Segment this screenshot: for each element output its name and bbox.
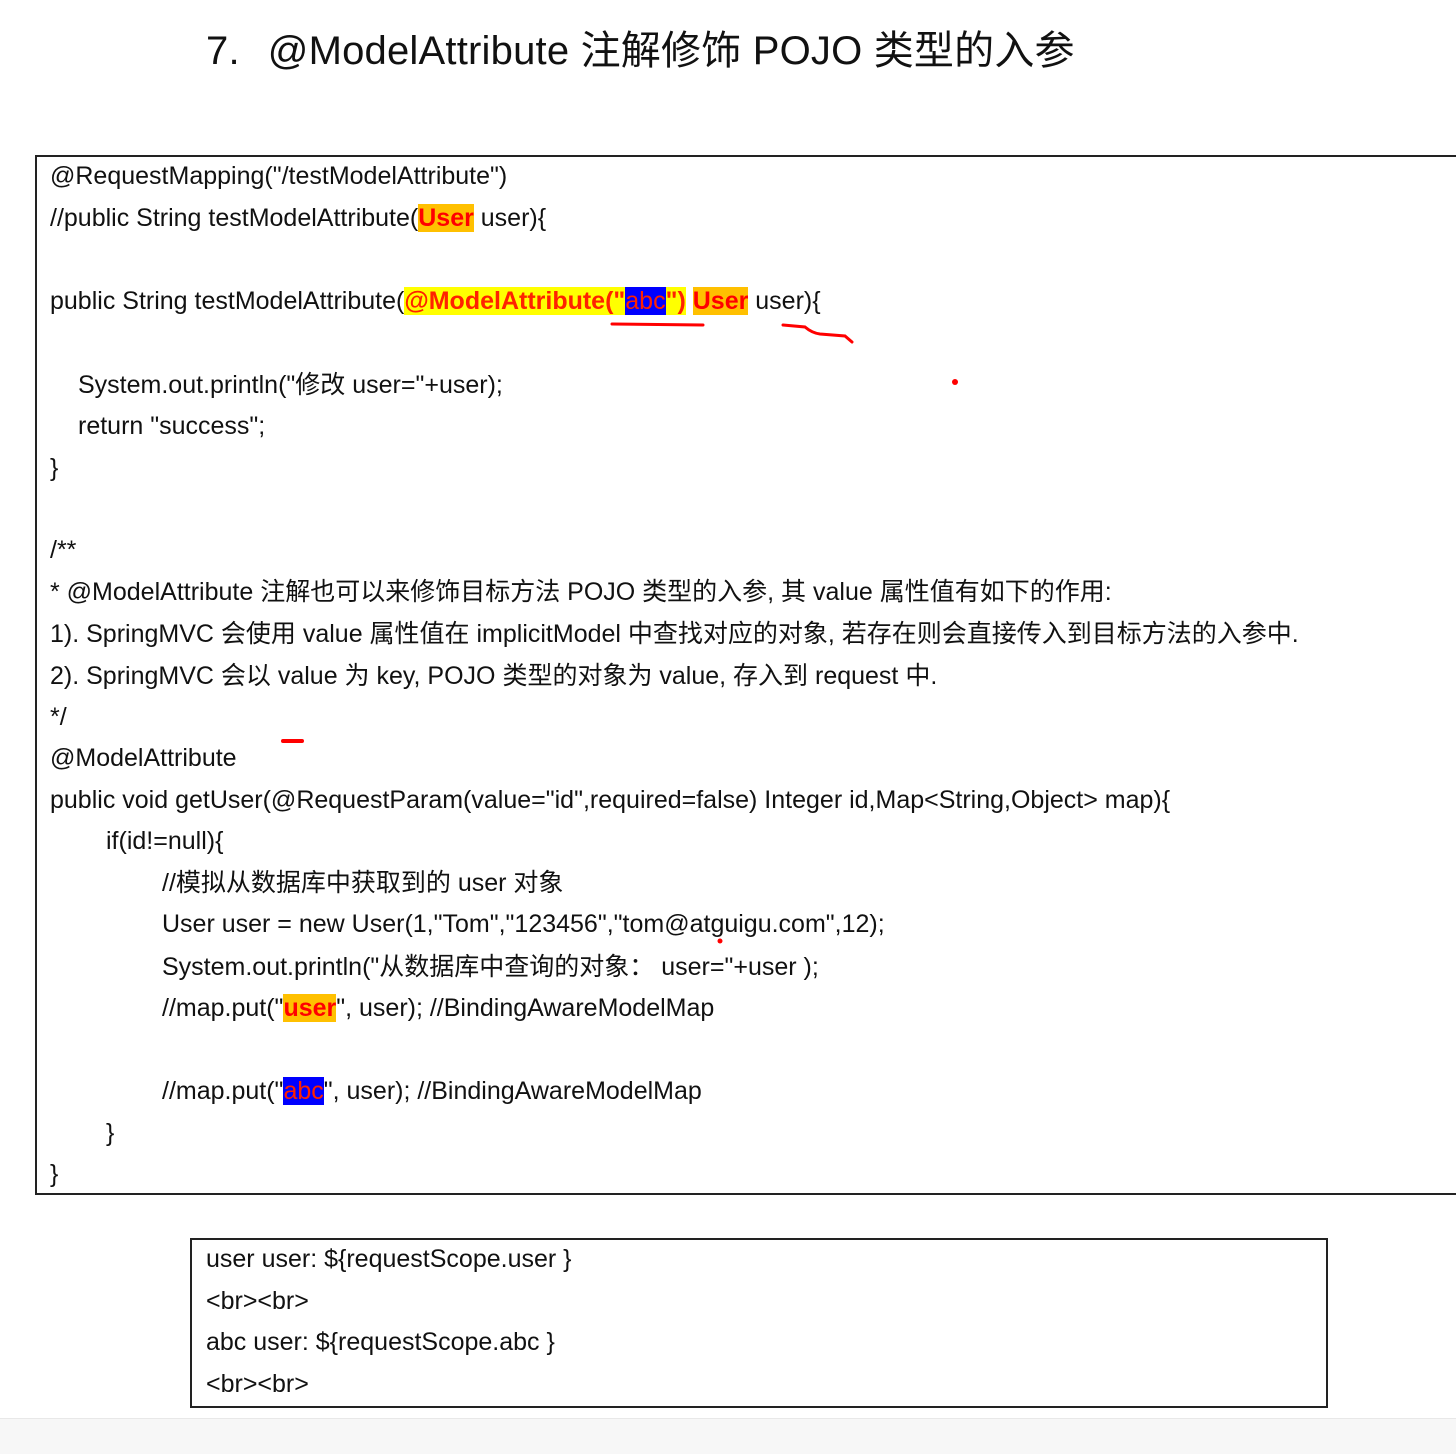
highlight-user-type: User xyxy=(692,287,749,315)
code-line-get-user: public void getUser(@RequestParam(value=… xyxy=(50,786,1171,814)
jsp-line-br: <br><br> xyxy=(206,1287,309,1315)
code-line-comment-point-2: 2). SpringMVC 会以 value 为 key, POJO 类型的对象… xyxy=(50,662,938,690)
code-line-map-put-user: //map.put("user", user); //BindingAwareM… xyxy=(162,993,714,1023)
code-line-comment-open: /** xyxy=(50,536,77,564)
highlight-user-type: User xyxy=(418,204,474,232)
title-text: @ModelAttribute 注解修饰 POJO 类型的入参 xyxy=(267,29,1075,73)
code-text: ", user); //BindingAwareModelMap xyxy=(323,1077,702,1105)
code-line-simulate-comment: //模拟从数据库中获取到的 user 对象 xyxy=(162,869,564,897)
code-line-return: return "success"; xyxy=(78,412,266,440)
jsp-line-user: user user: ${requestScope.user } xyxy=(206,1245,572,1273)
highlight-user-key: user xyxy=(283,994,337,1022)
code-line-method-signature: public String testModelAttribute(@ModelA… xyxy=(50,286,821,316)
code-line-commented-signature: //public String testModelAttribute(User … xyxy=(50,203,546,233)
highlight-model-attribute-close: ") xyxy=(665,287,686,315)
code-line-if: if(id!=null){ xyxy=(106,827,224,855)
viewer-bottom-bar xyxy=(0,1418,1456,1454)
highlight-abc-key: abc xyxy=(283,1077,324,1105)
title-number: 7. xyxy=(206,29,240,73)
code-line-new-user: User user = new User(1,"Tom","123456","t… xyxy=(162,910,885,938)
code-line-println: System.out.println("修改 user="+user); xyxy=(78,371,503,399)
code-line-method-close: } xyxy=(50,1160,59,1188)
code-text: ", user); //BindingAwareModelMap xyxy=(336,994,715,1022)
code-text: user){ xyxy=(473,204,547,232)
code-line-comment-desc: * @ModelAttribute 注解也可以来修饰目标方法 POJO 类型的入… xyxy=(50,578,1112,606)
slide-title: 7. @ModelAttribute 注解修饰 POJO 类型的入参 xyxy=(206,18,1075,76)
jsp-line-br: <br><br> xyxy=(206,1370,309,1398)
code-line-model-attribute: @ModelAttribute xyxy=(50,744,237,772)
code-line-request-mapping: @RequestMapping("/testModelAttribute") xyxy=(50,162,508,190)
code-text: //map.put(" xyxy=(162,994,284,1022)
code-text: //public String testModelAttribute( xyxy=(50,204,419,232)
code-line-map-put-abc: //map.put("abc", user); //BindingAwareMo… xyxy=(162,1076,702,1106)
code-text: //map.put(" xyxy=(162,1077,284,1105)
code-line-comment-close: */ xyxy=(50,703,67,731)
highlight-abc: abc xyxy=(625,287,666,315)
highlight-model-attribute: @ModelAttribute(" xyxy=(404,287,626,315)
code-line-close-brace: } xyxy=(50,454,59,482)
code-text: user){ xyxy=(748,287,821,315)
code-text: public String testModelAttribute( xyxy=(50,287,405,315)
code-line-if-close: } xyxy=(106,1119,115,1147)
jsp-line-abc: abc user: ${requestScope.abc } xyxy=(206,1328,555,1356)
code-line-println-db: System.out.println("从数据库中查询的对象： user="+u… xyxy=(162,953,819,981)
code-line-comment-point-1: 1). SpringMVC 会使用 value 属性值在 implicitMod… xyxy=(50,620,1299,648)
